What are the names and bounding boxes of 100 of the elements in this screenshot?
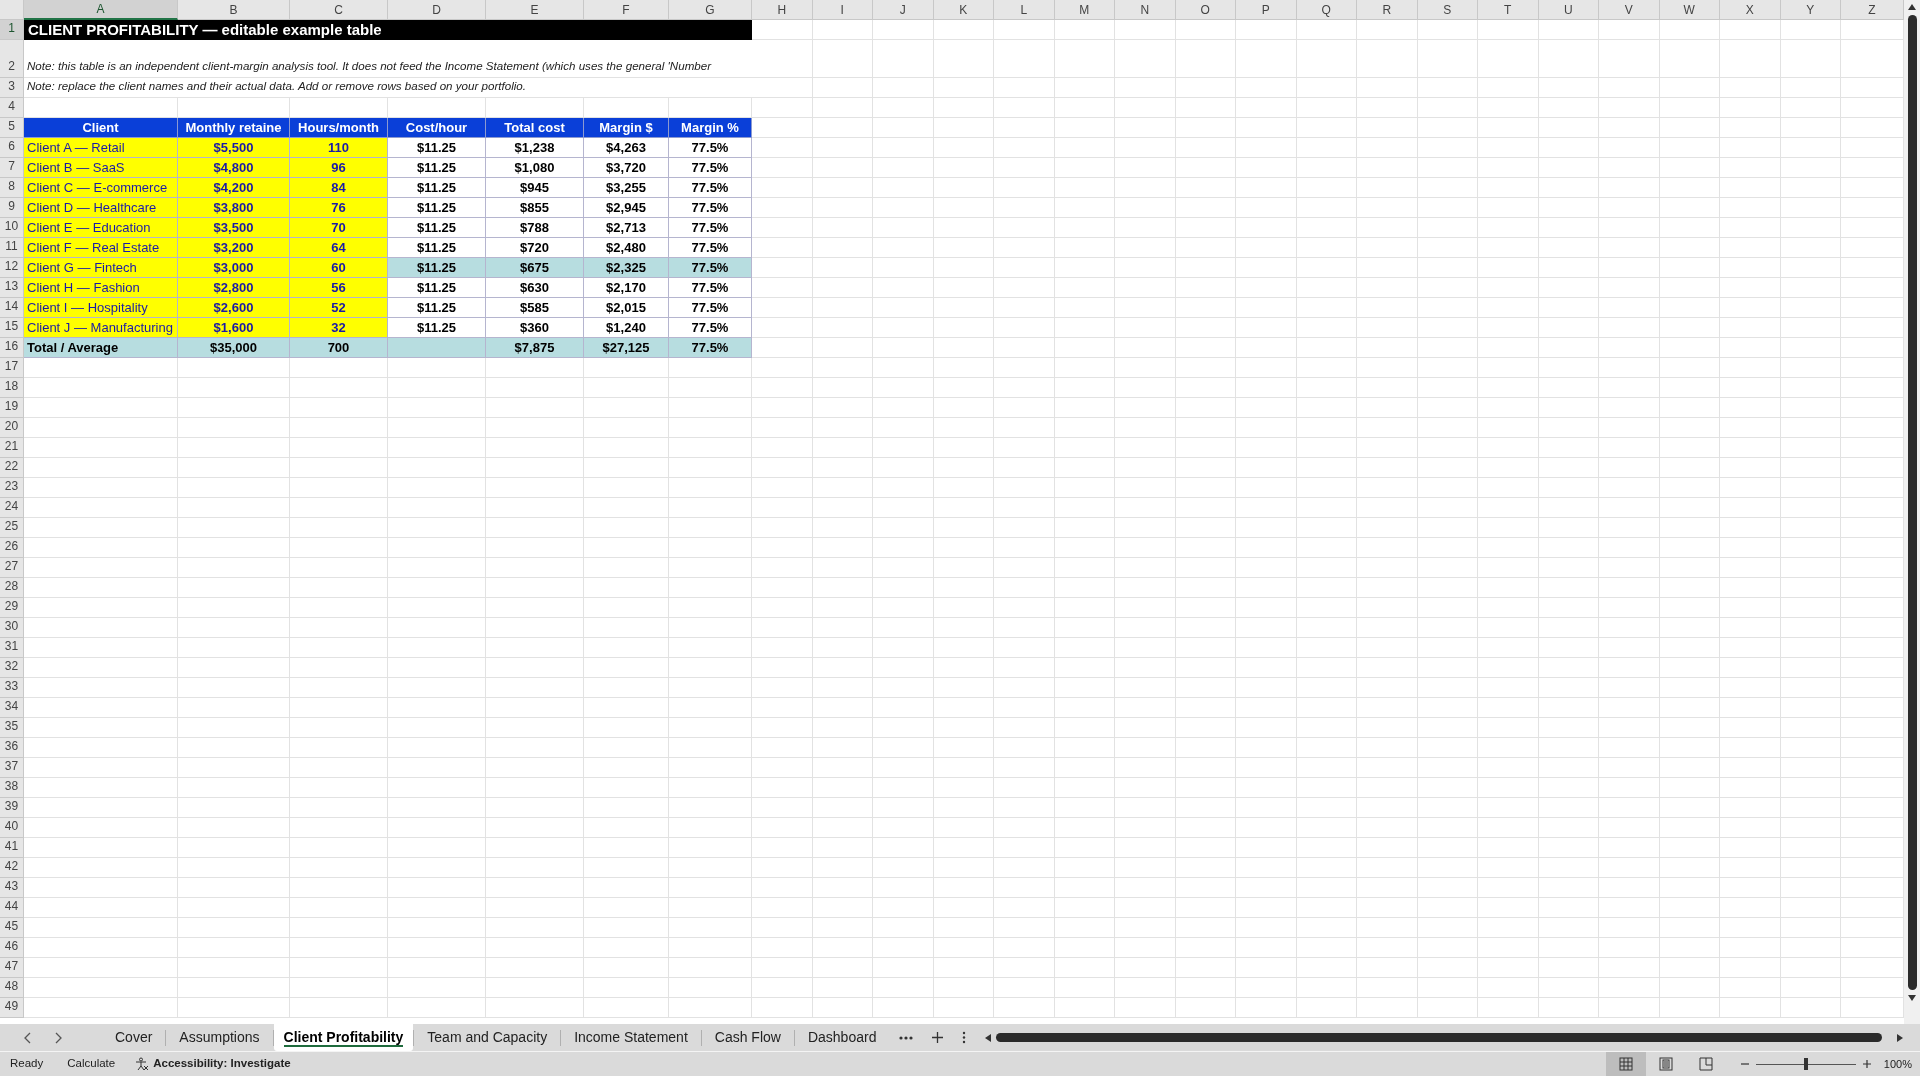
row-header[interactable]: 44 <box>0 898 24 918</box>
sheet-tab[interactable]: Cover <box>102 1024 166 1051</box>
column-header[interactable]: E <box>486 0 584 20</box>
row-header[interactable]: 34 <box>0 698 24 718</box>
column-header[interactable]: D <box>388 0 486 20</box>
row-header[interactable]: 20 <box>0 418 24 438</box>
column-header[interactable]: B <box>178 0 290 20</box>
row-header[interactable]: 10 <box>0 218 24 238</box>
previous-sheet-button[interactable] <box>24 1031 32 1044</box>
row-header[interactable]: 9 <box>0 198 24 218</box>
options-icon[interactable] <box>962 1031 967 1044</box>
row-header[interactable]: 39 <box>0 798 24 818</box>
column-header[interactable]: F <box>584 0 669 20</box>
row-header[interactable]: 24 <box>0 498 24 518</box>
row-header[interactable]: 38 <box>0 778 24 798</box>
row-header[interactable]: 31 <box>0 638 24 658</box>
row-header[interactable]: 47 <box>0 958 24 978</box>
row-header[interactable]: 3 <box>0 78 24 98</box>
row-header[interactable]: 25 <box>0 518 24 538</box>
row-header[interactable]: 6 <box>0 138 24 158</box>
select-all-button[interactable] <box>0 0 24 20</box>
column-header[interactable]: T <box>1478 0 1539 20</box>
row-header[interactable]: 41 <box>0 838 24 858</box>
column-header[interactable]: N <box>1115 0 1176 20</box>
next-sheet-button[interactable] <box>54 1031 62 1044</box>
row-header[interactable]: 28 <box>0 578 24 598</box>
add-sheet-icon[interactable] <box>931 1031 945 1044</box>
column-header[interactable]: Z <box>1841 0 1904 20</box>
column-header[interactable]: S <box>1417 0 1478 20</box>
column-header[interactable]: A <box>24 0 178 20</box>
scroll-right-icon[interactable] <box>1896 1032 1904 1043</box>
row-header[interactable]: 7 <box>0 158 24 178</box>
row-header[interactable]: 26 <box>0 538 24 558</box>
column-header[interactable]: O <box>1175 0 1236 20</box>
column-header[interactable]: V <box>1599 0 1660 20</box>
scroll-thumb[interactable] <box>996 1033 1882 1042</box>
column-header[interactable]: R <box>1357 0 1418 20</box>
row-header[interactable]: 40 <box>0 818 24 838</box>
row-header[interactable]: 29 <box>0 598 24 618</box>
row-header[interactable]: 33 <box>0 678 24 698</box>
sheet-tab[interactable]: Assumptions <box>166 1024 273 1051</box>
row-header[interactable]: 37 <box>0 758 24 778</box>
zoom-in-icon[interactable] <box>1861 1059 1872 1069</box>
sheet-tab[interactable]: Team and Capacity <box>414 1024 561 1051</box>
column-header[interactable]: H <box>752 0 813 20</box>
row-header[interactable]: 18 <box>0 378 24 398</box>
scroll-thumb[interactable] <box>1907 15 1917 990</box>
row-header[interactable]: 23 <box>0 478 24 498</box>
row-header[interactable]: 30 <box>0 618 24 638</box>
row-header[interactable]: 19 <box>0 398 24 418</box>
row-header[interactable]: 11 <box>0 238 24 258</box>
row-header[interactable]: 43 <box>0 878 24 898</box>
column-header[interactable]: C <box>290 0 388 20</box>
more-sheets-icon[interactable] <box>899 1035 914 1040</box>
column-header[interactable]: P <box>1236 0 1297 20</box>
row-header[interactable]: 2 <box>0 40 24 78</box>
column-header[interactable]: X <box>1720 0 1781 20</box>
sheet-tab[interactable]: Client Profitability <box>273 1024 414 1051</box>
column-header[interactable]: K <box>933 0 994 20</box>
row-header[interactable]: 42 <box>0 858 24 878</box>
column-header[interactable]: L <box>994 0 1055 20</box>
calculate-button[interactable]: Calculate <box>43 1055 116 1073</box>
slider-thumb[interactable] <box>1803 1058 1808 1070</box>
sheet-tab[interactable]: Cash Flow <box>701 1024 794 1051</box>
row-header[interactable]: 48 <box>0 978 24 998</box>
row-header[interactable]: 4 <box>0 98 24 118</box>
row-header[interactable]: 1 <box>0 20 24 40</box>
row-header[interactable]: 32 <box>0 658 24 678</box>
column-header[interactable]: M <box>1054 0 1115 20</box>
column-header[interactable]: Q <box>1296 0 1357 20</box>
row-header[interactable]: 13 <box>0 278 24 298</box>
scroll-up-icon[interactable] <box>1907 3 1917 11</box>
scroll-down-icon[interactable] <box>1907 994 1917 1002</box>
row-header[interactable]: 45 <box>0 918 24 938</box>
row-header[interactable]: 14 <box>0 298 24 318</box>
zoom-slider[interactable] <box>1755 1058 1856 1070</box>
row-header[interactable]: 21 <box>0 438 24 458</box>
row-header[interactable]: 16 <box>0 338 24 358</box>
horizontal-scrollbar[interactable] <box>984 1032 1904 1043</box>
sheet-tab[interactable]: Dashboard <box>794 1024 890 1051</box>
column-header[interactable]: W <box>1659 0 1720 20</box>
scroll-left-icon[interactable] <box>984 1032 993 1043</box>
accessibility-button[interactable]: Accessibility: Investigate <box>135 1055 291 1073</box>
row-header[interactable]: 27 <box>0 558 24 578</box>
row-header[interactable]: 22 <box>0 458 24 478</box>
row-header[interactable]: 49 <box>0 998 24 1018</box>
row-header[interactable]: 46 <box>0 938 24 958</box>
row-header[interactable]: 5 <box>0 118 24 138</box>
view-button[interactable] <box>1605 1052 1646 1076</box>
row-header[interactable]: 36 <box>0 738 24 758</box>
column-header[interactable]: Y <box>1780 0 1841 20</box>
row-header[interactable]: 17 <box>0 358 24 378</box>
vertical-scrollbar[interactable] <box>1904 0 1920 1024</box>
row-header[interactable]: 8 <box>0 178 24 198</box>
column-header[interactable]: G <box>669 0 752 20</box>
sheet-tab[interactable]: Income Statement <box>561 1024 701 1051</box>
row-header[interactable]: 35 <box>0 718 24 738</box>
column-header[interactable]: U <box>1538 0 1599 20</box>
row-header[interactable]: 12 <box>0 258 24 278</box>
row-header[interactable]: 15 <box>0 318 24 338</box>
